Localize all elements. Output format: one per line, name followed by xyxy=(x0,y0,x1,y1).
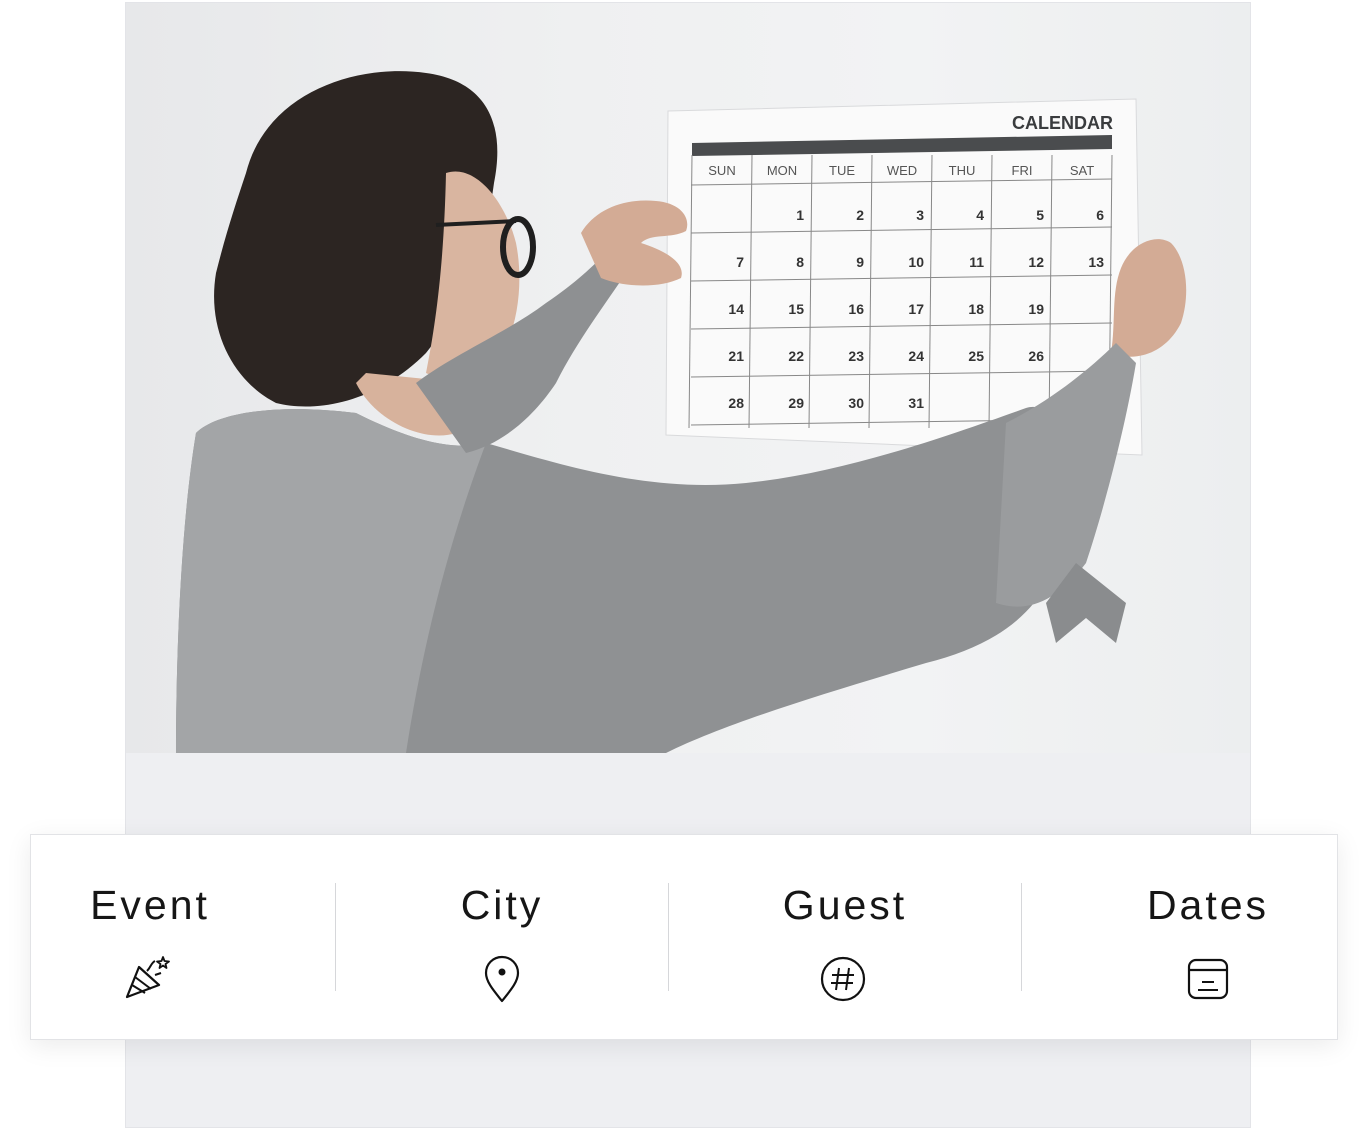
hero-photo: CALENDAR SUN MON TUE WED THU FRI SAT 1 2 3 4 5 6 7 8 9 1… xyxy=(126,3,1250,753)
calendar-date: 18 xyxy=(968,301,984,317)
calendar-weekday: TUE xyxy=(829,163,855,178)
calendar-date: 10 xyxy=(908,254,924,270)
dates-label: Dates xyxy=(1146,882,1270,928)
calendar-date: 30 xyxy=(848,395,864,411)
calendar-date: 29 xyxy=(788,395,804,411)
calendar-weekday: WED xyxy=(887,163,917,178)
calendar-date: 11 xyxy=(969,254,984,270)
calendar-date: 17 xyxy=(908,301,924,317)
map-pin-icon xyxy=(476,953,528,1005)
calendar-date: 9 xyxy=(856,254,864,270)
search-bar: Event City Guest Dates xyxy=(30,834,1338,1040)
party-popper-icon xyxy=(121,953,173,1005)
guest-field[interactable]: Guest xyxy=(669,835,1021,1041)
calendar-date: 6 xyxy=(1096,207,1104,223)
calendar-date: 15 xyxy=(788,301,804,317)
city-field[interactable]: City xyxy=(336,835,668,1041)
calendar-weekday: SAT xyxy=(1070,163,1094,178)
calendar-title: CALENDAR xyxy=(1012,113,1113,133)
calendar-date: 19 xyxy=(1028,301,1044,317)
calendar-date: 1 xyxy=(796,207,804,223)
calendar-date: 28 xyxy=(728,395,744,411)
calendar-date: 25 xyxy=(968,348,984,364)
hash-circle-icon xyxy=(817,953,869,1005)
calendar-weekday: THU xyxy=(949,163,976,178)
calendar-date: 16 xyxy=(848,301,864,317)
event-label: Event xyxy=(90,882,210,928)
calendar-date: 3 xyxy=(916,207,924,223)
city-label: City xyxy=(460,882,544,928)
calendar-icon xyxy=(1182,953,1234,1005)
calendar-date: 8 xyxy=(796,254,804,270)
guest-label: Guest xyxy=(782,882,908,928)
calendar-date: 2 xyxy=(856,207,864,223)
hero-illustration: CALENDAR SUN MON TUE WED THU FRI SAT1 2 3 4 5 67 8 9 1… xyxy=(176,71,1187,753)
calendar-date: 4 xyxy=(976,207,984,223)
calendar-date: 21 xyxy=(728,348,744,364)
calendar-weekday: SUN xyxy=(708,163,735,178)
calendar-date: 14 xyxy=(728,301,744,317)
calendar-weekday: FRI xyxy=(1012,163,1033,178)
dates-field[interactable]: Dates xyxy=(1022,835,1338,1041)
calendar-date: 12 xyxy=(1028,254,1044,270)
event-field[interactable]: Event xyxy=(31,835,335,1041)
calendar-date: 5 xyxy=(1036,207,1044,223)
calendar-date: 23 xyxy=(848,348,864,364)
calendar-date: 24 xyxy=(908,348,924,364)
calendar-date: 13 xyxy=(1088,254,1104,270)
calendar-weekday: MON xyxy=(767,163,797,178)
calendar-date: 26 xyxy=(1028,348,1044,364)
calendar-date: 7 xyxy=(736,254,744,270)
calendar-date: 31 xyxy=(908,395,924,411)
calendar-date: 22 xyxy=(788,348,804,364)
